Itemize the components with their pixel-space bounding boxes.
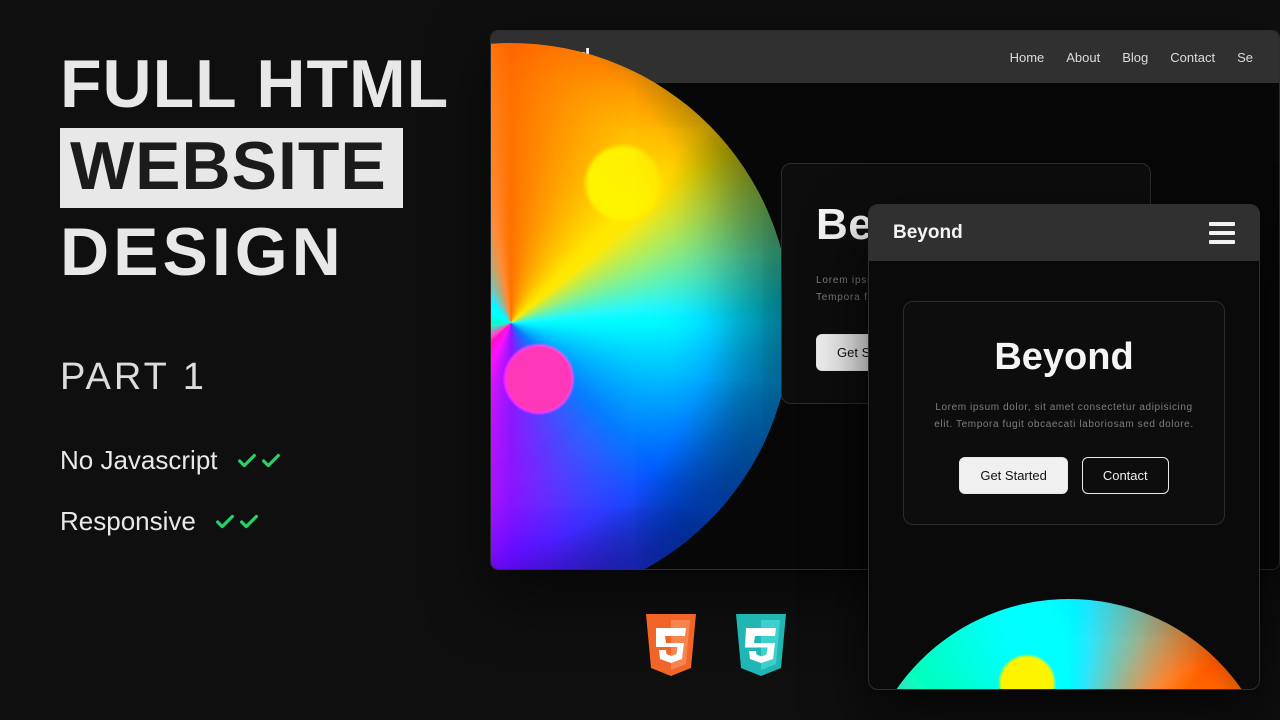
double-check-icon <box>236 450 282 472</box>
feature-label: Responsive <box>60 506 196 537</box>
planet-image <box>490 43 791 570</box>
part-label: PART 1 <box>60 356 460 399</box>
contact-button[interactable]: Contact <box>1082 457 1169 494</box>
title-line-2-highlight: WEBSITE <box>60 128 403 208</box>
mobile-hero-card: Beyond Lorem ipsum dolor, sit amet conse… <box>903 301 1225 525</box>
feature-no-javascript: No Javascript <box>60 445 460 476</box>
nav-link-about[interactable]: About <box>1066 50 1100 65</box>
tech-badges <box>640 610 792 680</box>
planet-image <box>868 599 1260 690</box>
mobile-mockup: Beyond Beyond Lorem ipsum dolor, sit ame… <box>868 204 1260 690</box>
mobile-brand[interactable]: Beyond <box>893 222 963 244</box>
mobile-hero-title: Beyond <box>934 336 1194 379</box>
feature-responsive: Responsive <box>60 506 460 537</box>
feature-list: No Javascript Responsive <box>60 445 460 537</box>
mobile-navbar: Beyond <box>869 205 1259 261</box>
html5-icon <box>640 610 702 680</box>
title-line-1: FULL HTML <box>60 50 460 118</box>
mobile-hero-subtitle: Lorem ipsum dolor, sit amet consectetur … <box>934 399 1194 433</box>
title-block: FULL HTML WEBSITE DESIGN PART 1 No Javas… <box>60 50 460 567</box>
nav-link-home[interactable]: Home <box>1010 50 1045 65</box>
nav-link-blog[interactable]: Blog <box>1122 50 1148 65</box>
nav-link-contact[interactable]: Contact <box>1170 50 1215 65</box>
css3-icon <box>730 610 792 680</box>
nav-link-partial[interactable]: Se <box>1237 50 1253 65</box>
get-started-button[interactable]: Get Started <box>959 457 1067 494</box>
double-check-icon <box>214 511 260 533</box>
hamburger-menu-icon[interactable] <box>1209 222 1235 244</box>
desktop-nav-links: Home About Blog Contact Se <box>1010 50 1253 65</box>
title-line-3: DESIGN <box>60 218 460 286</box>
feature-label: No Javascript <box>60 445 218 476</box>
